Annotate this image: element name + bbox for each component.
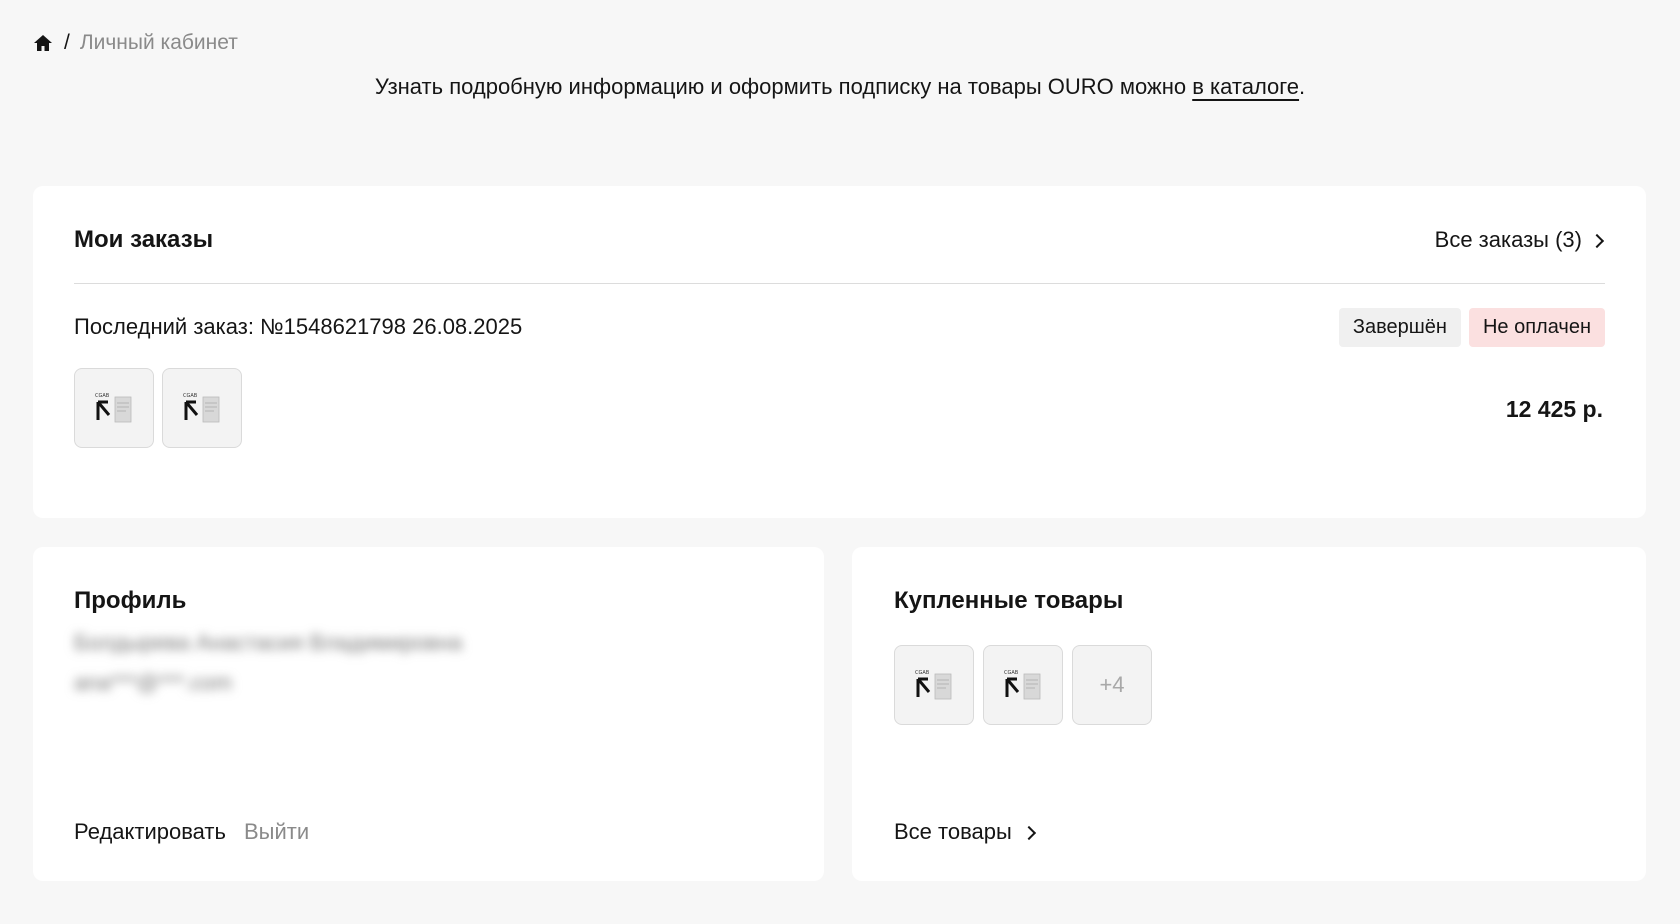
breadcrumb-current: Личный кабинет bbox=[79, 31, 238, 54]
all-orders-link[interactable]: Все заказы (3) bbox=[1434, 227, 1605, 253]
product-thumbnail[interactable]: CGAB bbox=[162, 368, 242, 448]
orders-divider bbox=[74, 283, 1605, 284]
account-page: / Личный кабинет Узнать подробную информ… bbox=[0, 0, 1680, 924]
orders-title: Мои заказы bbox=[74, 226, 214, 253]
breadcrumb: / Личный кабинет bbox=[33, 31, 238, 55]
chevron-right-icon bbox=[1589, 233, 1605, 249]
home-icon[interactable] bbox=[33, 33, 53, 53]
svg-text:CGAB: CGAB bbox=[915, 670, 930, 676]
all-goods-link[interactable]: Все товары bbox=[894, 819, 1036, 845]
product-image-icon: CGAB bbox=[95, 393, 132, 423]
edit-profile-link[interactable]: Редактировать bbox=[74, 819, 226, 845]
order-status-badges: Завершён Не оплачен bbox=[1338, 308, 1605, 347]
svg-text:CGAB: CGAB bbox=[1004, 670, 1019, 676]
svg-text:CGAB: CGAB bbox=[95, 393, 110, 399]
order-total: 12 425 р. bbox=[1505, 396, 1603, 422]
product-thumbnail[interactable]: CGAB bbox=[74, 368, 154, 448]
purchased-title: Купленные товары bbox=[894, 587, 1124, 614]
order-thumbnails: CGAB CGAB bbox=[74, 368, 242, 448]
status-badge-completed: Завершён bbox=[1338, 308, 1461, 347]
more-products-button[interactable]: +4 bbox=[1072, 645, 1152, 725]
profile-email: ana***@***.com bbox=[74, 670, 233, 695]
logout-link[interactable]: Выйти bbox=[244, 819, 309, 845]
profile-title: Профиль bbox=[74, 587, 187, 614]
last-order-info: Последний заказ: №1548621798 26.08.2025 bbox=[74, 314, 523, 339]
product-image-icon: CGAB bbox=[1004, 670, 1041, 700]
purchased-thumbnails: CGAB CGAB +4 bbox=[894, 645, 1152, 725]
breadcrumb-separator: / bbox=[64, 31, 70, 54]
profile-card: Профиль Болдырева Анастасия Владимировна… bbox=[33, 547, 824, 881]
notice-text: Узнать подробную информацию и оформить п… bbox=[374, 74, 1193, 99]
product-image-icon: CGAB bbox=[915, 670, 952, 700]
purchased-goods-card: Купленные товары CGAB CGAB +4 Все товары bbox=[852, 547, 1646, 881]
orders-card: Мои заказы Все заказы (3) Последний зака… bbox=[33, 186, 1646, 518]
catalog-link[interactable]: в каталоге bbox=[1192, 74, 1299, 99]
product-image-icon: CGAB bbox=[183, 393, 220, 423]
svg-text:CGAB: CGAB bbox=[183, 393, 198, 399]
product-thumbnail[interactable]: CGAB bbox=[894, 645, 974, 725]
more-products-count: +4 bbox=[1099, 672, 1125, 697]
profile-name: Болдырева Анастасия Владимировна bbox=[74, 630, 463, 655]
all-orders-label: Все заказы (3) bbox=[1434, 227, 1582, 252]
profile-actions: Редактировать Выйти bbox=[74, 819, 309, 845]
catalog-notice: Узнать подробную информацию и оформить п… bbox=[0, 74, 1680, 100]
all-goods-label: Все товары bbox=[894, 819, 1012, 844]
notice-period: . bbox=[1299, 74, 1306, 99]
chevron-right-icon bbox=[1021, 825, 1036, 841]
product-thumbnail[interactable]: CGAB bbox=[983, 645, 1063, 725]
status-badge-unpaid: Не оплачен bbox=[1468, 308, 1605, 347]
